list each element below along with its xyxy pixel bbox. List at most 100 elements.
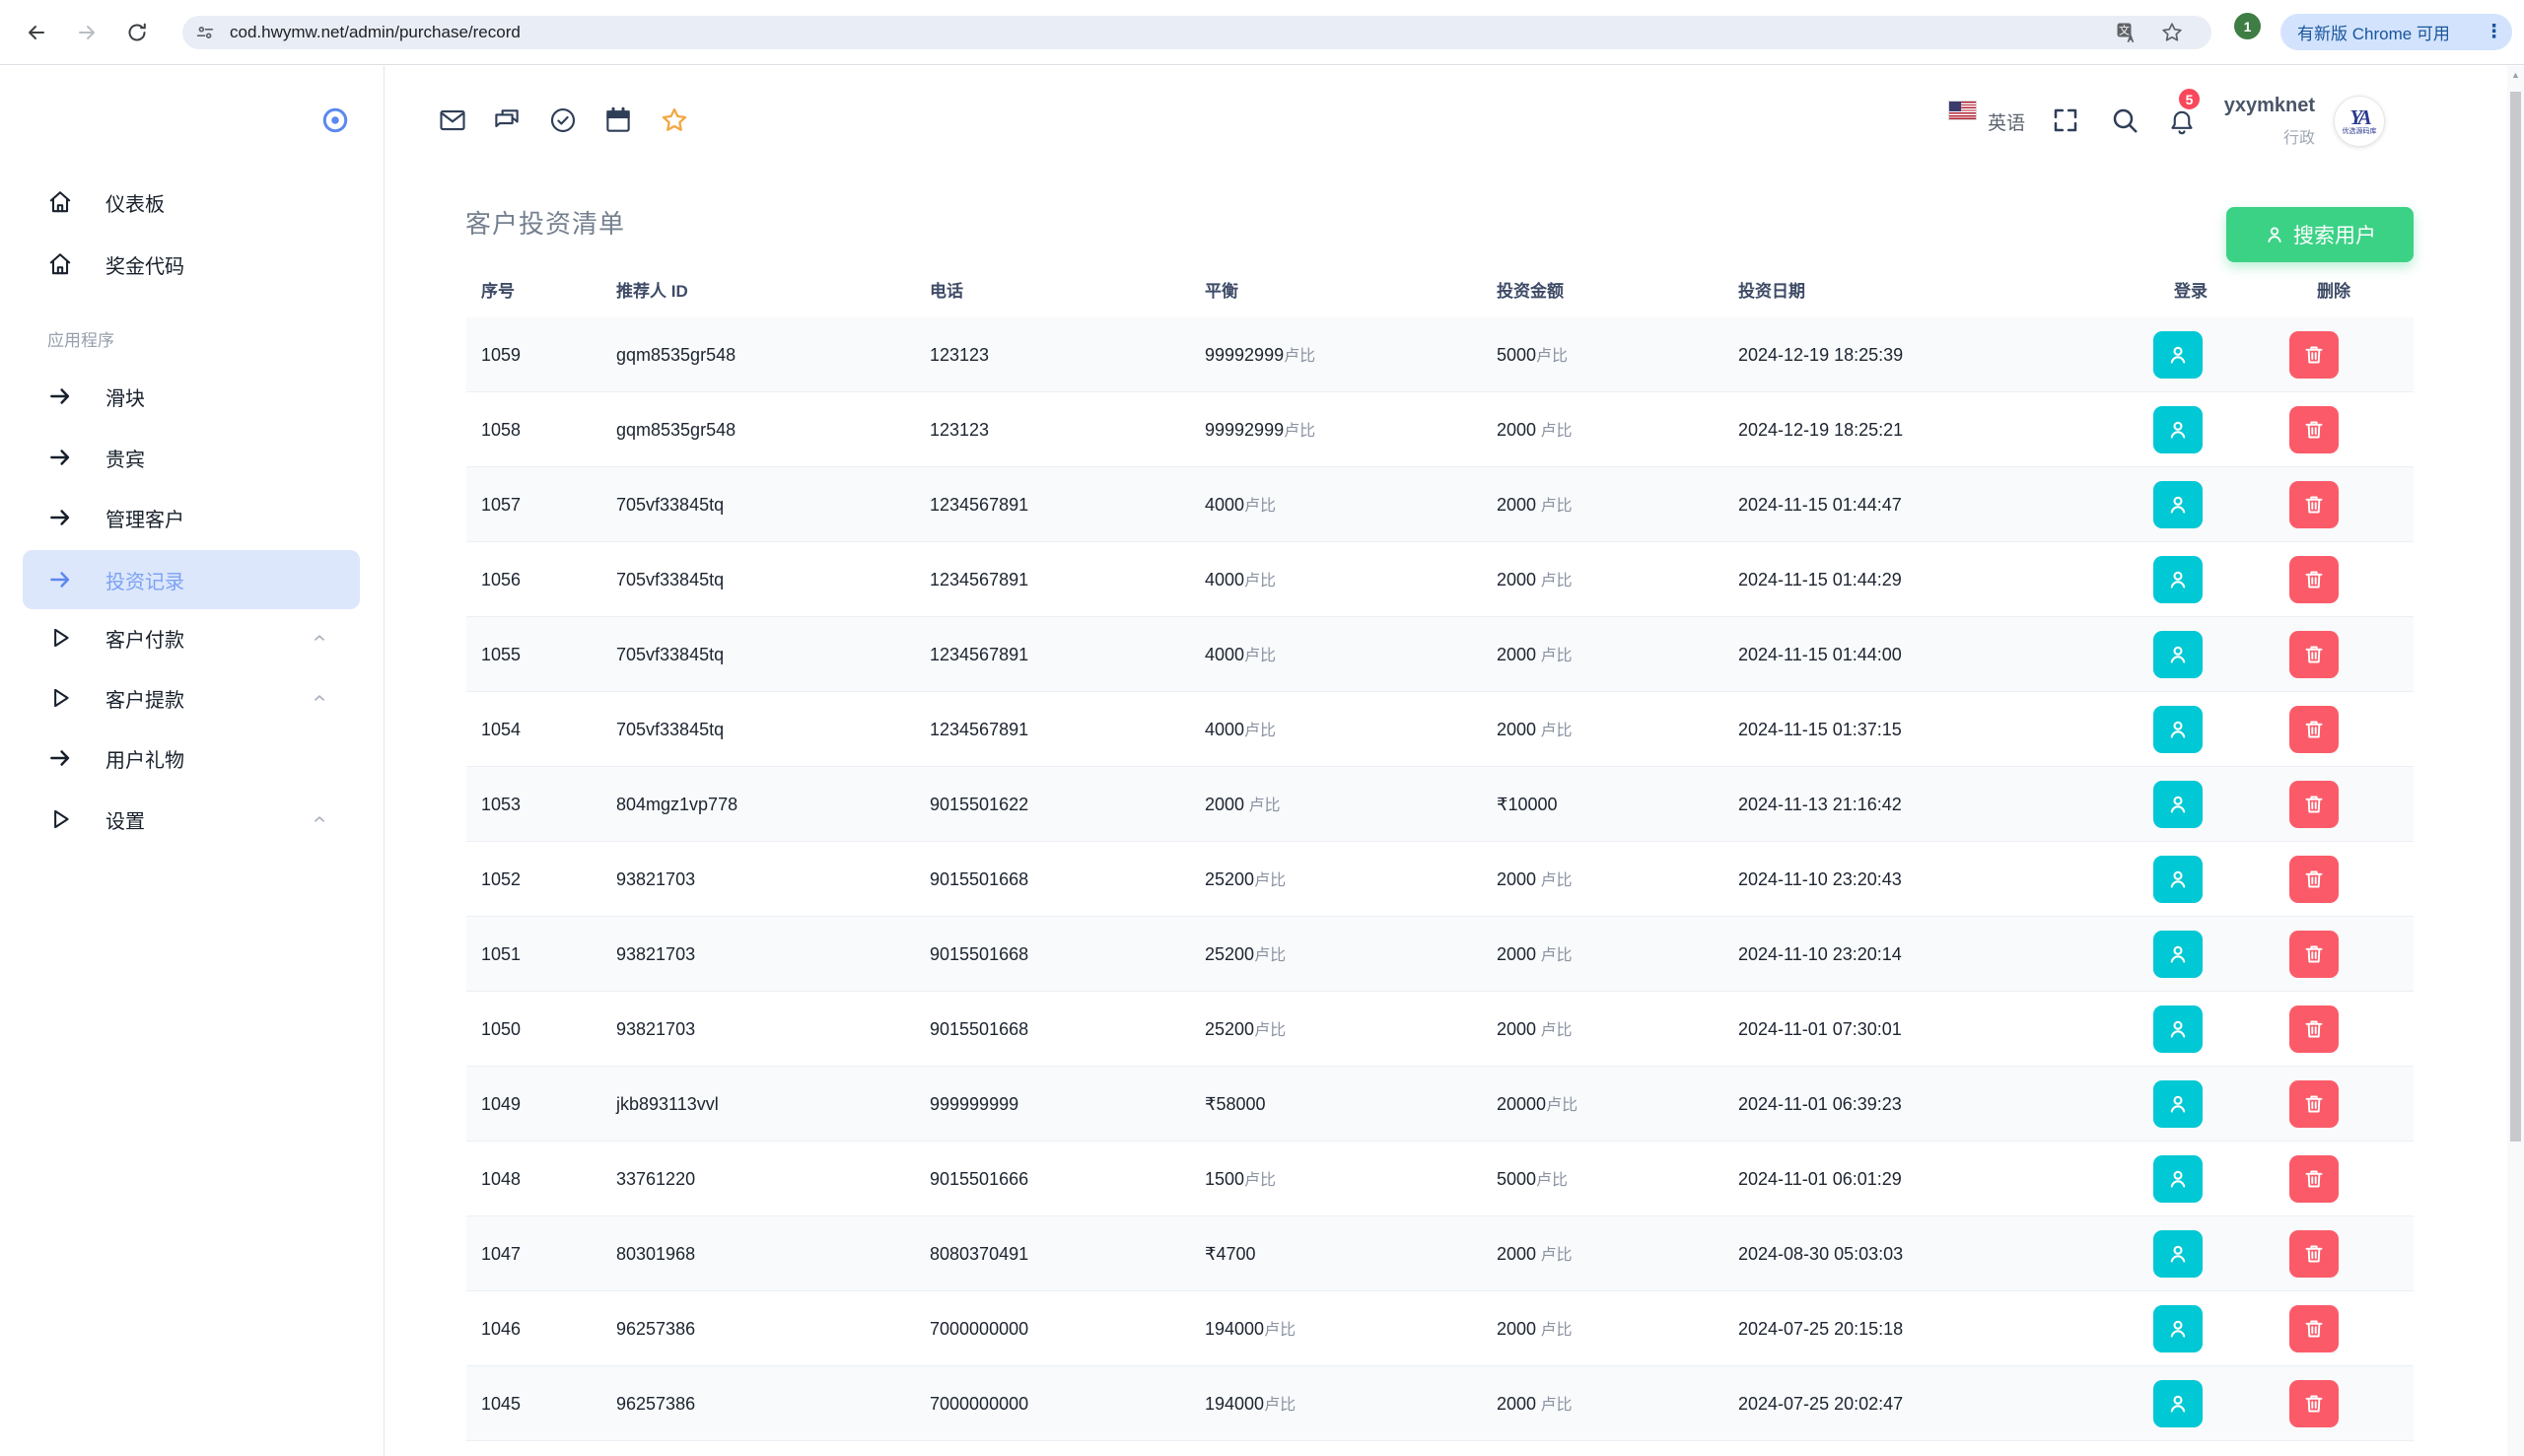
page-scrollbar-track[interactable]: ▲ (2507, 66, 2524, 1456)
arrow-right-icon (47, 745, 73, 771)
delete-button[interactable] (2289, 481, 2339, 528)
balance-unit: 卢比 (1244, 723, 1276, 739)
delete-button[interactable] (2289, 856, 2339, 903)
browser-menu-icon[interactable]: ⋮ (2485, 14, 2503, 50)
search-user-button[interactable]: 搜索用户 (2226, 207, 2414, 262)
login-user-button[interactable] (2153, 481, 2203, 528)
cell-serial: 1047 (481, 1216, 521, 1291)
calendar-button[interactable] (601, 104, 635, 137)
chat-button[interactable] (490, 104, 524, 137)
user-icon (2166, 867, 2190, 891)
trash-icon (2302, 1092, 2326, 1116)
delete-button[interactable] (2289, 631, 2339, 678)
login-user-button[interactable] (2153, 406, 2203, 453)
balance-value: 4000 (1205, 645, 1244, 664)
sidebar-item[interactable]: 客户付款 (23, 608, 360, 667)
language-selector[interactable]: 英语 (1988, 108, 2025, 135)
chrome-update-button[interactable]: 有新版 Chrome 可用 ⋮ (2280, 14, 2512, 50)
page-scrollbar-thumb[interactable] (2510, 92, 2521, 1142)
site-info-icon[interactable] (194, 22, 216, 43)
chevron-up-icon (311, 810, 328, 828)
browser-profile-avatar[interactable]: 1 (2234, 13, 2261, 39)
login-user-button[interactable] (2153, 856, 2203, 903)
sidebar-item[interactable]: 滑块 (23, 367, 360, 426)
scroll-up-arrow[interactable]: ▲ (2507, 70, 2524, 80)
cell-date: 2024-11-01 07:30:01 (1738, 992, 1902, 1067)
sidebar-section-label: 应用程序 (47, 325, 114, 357)
cell-date: 2024-12-19 18:25:21 (1738, 392, 1903, 467)
balance-value: ₹4700 (1205, 1244, 1256, 1264)
sidebar-item-label: 客户付款 (105, 624, 184, 653)
delete-button[interactable] (2289, 1305, 2339, 1352)
delete-button[interactable] (2289, 406, 2339, 453)
login-user-button[interactable] (2153, 631, 2203, 678)
sidebar-item[interactable]: 投资记录 (23, 550, 360, 609)
avatar-logo: YA (2349, 107, 2368, 127)
user-avatar[interactable]: YA 优选源码库 (2334, 96, 2385, 147)
fullscreen-button[interactable] (2049, 104, 2082, 137)
trash-icon (2302, 493, 2326, 517)
favorites-button[interactable] (658, 104, 691, 137)
cell-serial: 1058 (481, 392, 521, 467)
sidebar-item-label: 客户提款 (105, 684, 184, 713)
login-user-button[interactable] (2153, 1380, 2203, 1427)
us-flag-icon[interactable] (1949, 102, 1976, 119)
cell-phone: 9015501668 (930, 842, 1028, 917)
delete-button[interactable] (2289, 706, 2339, 753)
delete-button[interactable] (2289, 781, 2339, 828)
table-row: 105093821703901550166825200卢比2000 卢比2024… (466, 992, 2414, 1067)
login-user-button[interactable] (2153, 1005, 2203, 1053)
login-user-button[interactable] (2153, 931, 2203, 978)
address-bar[interactable]: cod.hwymw.net/admin/purchase/record 文 (182, 16, 2211, 49)
delete-button[interactable] (2289, 1380, 2339, 1427)
login-user-button[interactable] (2153, 1155, 2203, 1203)
delete-button[interactable] (2289, 331, 2339, 379)
translate-icon[interactable]: 文 (2115, 21, 2138, 44)
balance-unit: 卢比 (1264, 1397, 1296, 1414)
url-text: cod.hwymw.net/admin/purchase/record (230, 16, 521, 49)
sidebar-toggle-button[interactable] (320, 105, 350, 135)
user-icon (2166, 643, 2190, 666)
delete-button[interactable] (2289, 1230, 2339, 1278)
login-user-button[interactable] (2153, 1230, 2203, 1278)
delete-button[interactable] (2289, 931, 2339, 978)
sidebar-item[interactable]: 用户礼物 (23, 728, 360, 788)
table-row: 105193821703901550166825200卢比2000 卢比2024… (466, 917, 2414, 992)
reload-button[interactable] (120, 16, 154, 49)
balance-unit: 卢比 (1244, 573, 1276, 589)
search-button[interactable] (2108, 104, 2141, 137)
login-user-button[interactable] (2153, 1305, 2203, 1352)
sidebar-item[interactable]: 客户提款 (23, 668, 360, 728)
sidebar-item[interactable]: 设置 (23, 790, 360, 849)
login-user-button[interactable] (2153, 781, 2203, 828)
cell-referrer-id: gqm8535gr548 (616, 392, 736, 467)
table-row: 1055705vf33845tq12345678914000卢比2000 卢比2… (466, 617, 2414, 692)
sidebar-item-label: 用户礼物 (105, 744, 184, 773)
login-user-button[interactable] (2153, 556, 2203, 603)
table-row: 1054705vf33845tq12345678914000卢比2000 卢比2… (466, 692, 2414, 767)
cell-amount: 2000 卢比 (1497, 1366, 1573, 1441)
username-label[interactable]: yxymknet (2208, 95, 2315, 117)
sidebar-item[interactable]: 管理客户 (23, 488, 360, 547)
bookmark-star-icon[interactable] (2160, 21, 2184, 44)
delete-button[interactable] (2289, 1155, 2339, 1203)
search-icon (2110, 105, 2139, 135)
sidebar-item[interactable]: 奖金代码 (23, 235, 360, 294)
sidebar-item[interactable]: 贵宾 (23, 428, 360, 487)
tasks-button[interactable] (546, 104, 580, 137)
back-button[interactable] (20, 16, 53, 49)
delete-button[interactable] (2289, 556, 2339, 603)
check-circle-icon (548, 105, 578, 135)
home-icon (47, 251, 73, 277)
login-user-button[interactable] (2153, 1080, 2203, 1128)
trash-icon (2302, 568, 2326, 591)
login-user-button[interactable] (2153, 706, 2203, 753)
forward-button[interactable] (70, 16, 104, 49)
cell-phone: 9015501668 (930, 917, 1028, 992)
delete-button[interactable] (2289, 1005, 2339, 1053)
delete-button[interactable] (2289, 1080, 2339, 1128)
mail-button[interactable] (436, 104, 469, 137)
login-user-button[interactable] (2153, 331, 2203, 379)
sidebar-item[interactable]: 仪表板 (23, 173, 360, 232)
trash-icon (2302, 418, 2326, 442)
